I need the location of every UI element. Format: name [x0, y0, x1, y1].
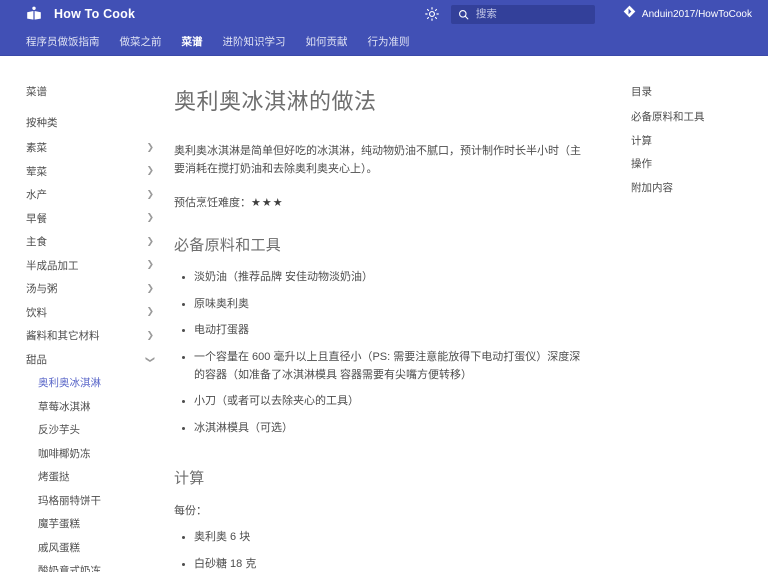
sidebar-item-staple-food[interactable]: 主食 ❯ [26, 235, 154, 248]
toc-item-ingredients[interactable]: 必备原料和工具 [631, 112, 758, 123]
chevron-right-icon: ❯ [146, 141, 154, 152]
toc-title: 目录 [631, 86, 652, 98]
sidebar-item-seafood[interactable]: 水产 ❯ [26, 188, 154, 201]
table-of-contents: 目录 必备原料和工具 计算 操作 附加内容 [615, 56, 768, 572]
nav-item-how-to-contribute[interactable]: 如何贡献 [306, 32, 348, 51]
sidebar-item-label: 酱料和其它材料 [26, 330, 100, 342]
heading-calculation: 计算 [174, 470, 205, 488]
list-item: 小刀（或者可以去除夹心的工具） [180, 393, 591, 411]
chevron-right-icon: ❯ [146, 329, 154, 340]
sidebar-item-label: 半成品加工 [26, 259, 79, 272]
sidebar-item-label: 早餐 [26, 212, 47, 225]
toc-item-calculation[interactable]: 计算 [631, 135, 758, 147]
sidebar-item-label: 水产 [26, 189, 47, 201]
sidebar-item-strawberry-ice-cream[interactable]: 草莓冰淇淋 [38, 401, 160, 413]
list-item: 电动打蛋器 [180, 322, 591, 340]
chevron-right-icon: ❯ [146, 306, 154, 317]
sidebar-item-egg-tart[interactable]: 烤蛋挞 [38, 472, 160, 483]
sidebar-item-label: 主食 [26, 236, 47, 248]
sidebar-item-soup-and-porridge[interactable]: 汤与粥 ❯ [26, 282, 154, 295]
page-body: 菜谱 按种类 素菜 ❯ 荤菜 ❯ 水产 ❯ 早餐 ❯ 主食 ❯ 半成品加工 ❯ … [0, 56, 768, 572]
intro-paragraph: 奥利奥冰淇淋是简单但好吃的冰淇淋，纯动物奶油不腻口，预计制作时长半小时（主要消耗… [174, 145, 581, 176]
brightness-sun-icon[interactable] [423, 5, 441, 23]
nav-item-advanced-learning[interactable]: 进阶知识学习 [223, 32, 286, 51]
heading-ingredients: 必备原料和工具 [174, 237, 282, 255]
search-box[interactable] [450, 4, 595, 24]
nav-item-before-cooking[interactable]: 做菜之前 [120, 32, 162, 51]
sidebar-item-sauces-and-materials[interactable]: 酱料和其它材料 ❯ [26, 329, 154, 342]
repo-link[interactable]: Anduin2017/HowToCook [623, 5, 752, 23]
sidebar-item-label: 荤菜 [26, 165, 47, 178]
sidebar: 菜谱 按种类 素菜 ❯ 荤菜 ❯ 水产 ❯ 早餐 ❯ 主食 ❯ 半成品加工 ❯ … [0, 56, 160, 572]
sidebar-item-vegetarian[interactable]: 素菜 ❯ [26, 141, 154, 154]
sidebar-item-margarita-cookies[interactable]: 玛格丽特饼干 [38, 495, 160, 507]
sidebar-group-label: 按种类 [26, 117, 58, 129]
per-serving-label: 每份： [174, 505, 207, 518]
calculation-list: 奥利奥 6 块 白砂糖 18 克 淡奶油 250 毫升 [180, 529, 591, 572]
sidebar-item-fansha-taro[interactable]: 反沙芋头 [38, 425, 160, 436]
chevron-right-icon: ❯ [146, 212, 154, 223]
brand-title: How To Cook [54, 7, 136, 21]
sidebar-item-label: 素菜 [26, 142, 47, 154]
search-input[interactable] [475, 4, 588, 24]
sidebar-title: 菜谱 [26, 86, 47, 98]
chevron-right-icon: ❯ [146, 259, 154, 270]
nav-item-code-of-conduct[interactable]: 行为准则 [368, 32, 410, 51]
toc-item-steps[interactable]: 操作 [631, 159, 758, 170]
chevron-right-icon: ❯ [146, 165, 154, 176]
nav-item-cooking-guide[interactable]: 程序员做饭指南 [26, 32, 100, 51]
sidebar-item-breakfast[interactable]: 早餐 ❯ [26, 212, 154, 225]
sidebar-item-meat[interactable]: 荤菜 ❯ [26, 165, 154, 178]
sidebar-item-desserts[interactable]: 甜品 ❯ [26, 353, 156, 366]
repo-name: Anduin2017/HowToCook [641, 8, 752, 20]
ingredients-list: 淡奶油（推荐品牌 安佳动物淡奶油） 原味奥利奥 电动打蛋器 一个容量在 600 … [180, 269, 591, 437]
sidebar-item-label: 饮料 [26, 306, 47, 319]
difficulty-row: 预估烹饪难度：★★★ [174, 194, 591, 210]
sidebar-item-chiffon-cake[interactable]: 戚风蛋糕 [38, 542, 160, 554]
chevron-down-icon: ❯ [145, 355, 156, 364]
sidebar-item-oreo-ice-cream[interactable]: 奥利奥冰淇淋 [38, 378, 160, 389]
sidebar-item-coffee-coconut-jelly[interactable]: 咖啡椰奶冻 [38, 448, 160, 460]
list-item: 原味奥利奥 [180, 296, 591, 314]
difficulty-stars: ★★★ [251, 197, 284, 210]
chevron-right-icon: ❯ [146, 235, 154, 246]
top-bar: How To Cook 搜索 Anduin2017/HowToCook [0, 0, 768, 28]
difficulty-label: 预估烹饪难度： [174, 197, 251, 210]
chevron-right-icon: ❯ [146, 282, 154, 293]
main-nav: 程序员做饭指南 做菜之前 菜谱 进阶知识学习 如何贡献 行为准则 [0, 28, 768, 56]
toc-item-additional-content[interactable]: 附加内容 [631, 182, 758, 194]
list-item: 奥利奥 6 块 [180, 529, 591, 547]
sidebar-item-semi-finished[interactable]: 半成品加工 ❯ [26, 259, 154, 272]
sidebar-item-yogurt-panna-cotta[interactable]: 酸奶意式奶冻 [38, 566, 160, 572]
sidebar-item-label: 甜品 [26, 353, 47, 366]
list-item: 一个容量在 600 毫升以上且直径小（PS: 需要注意能放得下电动打蛋仪）深度深… [180, 349, 591, 384]
sidebar-item-label: 汤与粥 [26, 283, 58, 295]
git-diamond-icon [623, 5, 636, 23]
open-book-icon [26, 6, 42, 22]
sidebar-item-drinks[interactable]: 饮料 ❯ [26, 306, 154, 319]
brand[interactable]: How To Cook [26, 6, 135, 22]
list-item: 冰淇淋模具（可选） [180, 420, 591, 438]
top-bar-right: Anduin2017/HowToCook [423, 0, 752, 28]
nav-item-recipes[interactable]: 菜谱 [182, 32, 203, 51]
chevron-right-icon: ❯ [146, 188, 154, 199]
page-title: 奥利奥冰淇淋的做法 [174, 89, 377, 114]
main-content: 奥利奥冰淇淋的做法 奥利奥冰淇淋是简单但好吃的冰淇淋，纯动物奶油不腻口，预计制作… [160, 56, 615, 572]
search-icon [458, 9, 469, 20]
list-item: 淡奶油（推荐品牌 安佳动物淡奶油） [180, 269, 591, 287]
sidebar-item-konjac-cake[interactable]: 魔芋蛋糕 [38, 519, 160, 530]
list-item: 白砂糖 18 克 [180, 556, 591, 572]
